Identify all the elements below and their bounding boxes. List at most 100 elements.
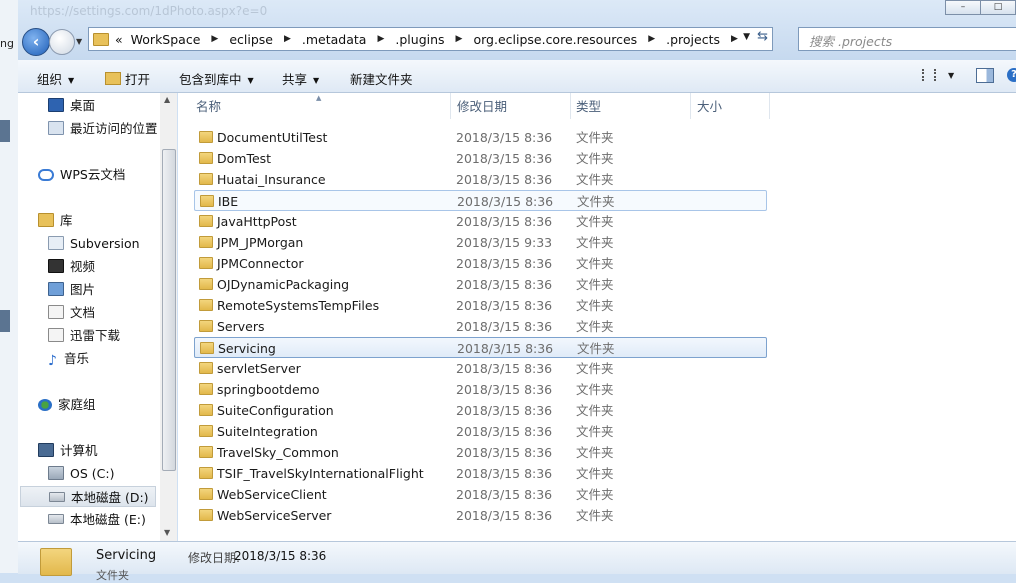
breadcrumb-workspace[interactable]: WorkSpace — [131, 32, 201, 47]
recent-pages-dropdown[interactable]: ▼ — [76, 37, 82, 46]
file-row[interactable]: DocumentUtilTest 2018/3/15 8:36 文件夹 — [194, 127, 767, 148]
nav-desktop[interactable]: 桌面 — [48, 95, 95, 116]
column-header-type[interactable]: 类型 — [576, 93, 601, 120]
include-in-library-button[interactable]: 包含到库中 ▼ — [179, 69, 254, 88]
address-bar[interactable]: « WorkSpace ▶ eclipse ▶ .metadata ▶ .plu… — [88, 27, 773, 51]
breadcrumb-metadata[interactable]: .metadata — [302, 32, 367, 47]
nav-drive-e[interactable]: 本地磁盘 (E:) — [48, 509, 146, 530]
file-row[interactable]: RemoteSystemsTempFiles 2018/3/15 8:36 文件夹 — [194, 295, 767, 316]
file-name: servletServer — [217, 361, 301, 376]
file-row[interactable]: WebServiceServer 2018/3/15 8:36 文件夹 — [194, 505, 767, 526]
nav-thunder-downloads[interactable]: 迅雷下载 — [48, 325, 120, 346]
column-divider[interactable] — [450, 93, 451, 119]
nav-pictures[interactable]: 图片 — [48, 279, 95, 300]
background-text-fragment: ng — [0, 37, 14, 50]
column-header-size[interactable]: 大小 — [697, 93, 722, 120]
folder-icon — [200, 342, 214, 354]
breadcrumb-chevron-icon[interactable]: ▶ — [377, 34, 384, 44]
file-name: RemoteSystemsTempFiles — [217, 298, 380, 313]
file-row[interactable]: TravelSky_Common 2018/3/15 8:36 文件夹 — [194, 442, 767, 463]
breadcrumb-overflow[interactable]: « — [115, 32, 123, 47]
nav-label: 本地磁盘 (D:) — [71, 490, 149, 505]
computer-icon — [38, 443, 54, 457]
column-header-name[interactable]: 名称 — [196, 93, 221, 120]
file-row[interactable]: JavaHttpPost 2018/3/15 8:36 文件夹 — [194, 211, 767, 232]
back-button[interactable]: ‹ — [22, 28, 50, 56]
column-divider[interactable] — [690, 93, 691, 119]
scroll-down-icon[interactable]: ▼ — [164, 528, 170, 537]
chevron-down-icon[interactable]: ▼ — [948, 71, 954, 80]
breadcrumb-chevron-icon[interactable]: ▶ — [648, 34, 655, 44]
file-date: 2018/3/15 8:36 — [456, 487, 553, 502]
share-button[interactable]: 共享 ▼ — [282, 69, 319, 88]
file-name: WebServiceClient — [217, 487, 327, 502]
breadcrumb-core-resources[interactable]: org.eclipse.core.resources — [473, 32, 637, 47]
nav-library[interactable]: 库 — [38, 210, 73, 231]
search-input[interactable]: 搜索 .projects — [809, 31, 892, 50]
minimize-button[interactable]: – — [945, 0, 981, 15]
file-row[interactable]: JPMConnector 2018/3/15 8:36 文件夹 — [194, 253, 767, 274]
file-row[interactable]: servletServer 2018/3/15 8:36 文件夹 — [194, 358, 767, 379]
column-header-date[interactable]: 修改日期 — [457, 93, 507, 120]
file-date: 2018/3/15 8:36 — [456, 361, 553, 376]
file-name: JPMConnector — [217, 256, 304, 271]
nav-recent-places[interactable]: 最近访问的位置 — [48, 118, 158, 139]
address-dropdown-icon[interactable]: ▼ — [743, 32, 750, 42]
nav-music[interactable]: 音乐 — [48, 348, 89, 369]
nav-computer[interactable]: 计算机 — [38, 440, 98, 461]
file-date: 2018/3/15 8:36 — [456, 424, 553, 439]
forward-button[interactable] — [49, 29, 75, 55]
new-folder-button[interactable]: 新建文件夹 — [350, 69, 413, 88]
nav-documents[interactable]: 文档 — [48, 302, 95, 323]
file-row[interactable]: SuiteIntegration 2018/3/15 8:36 文件夹 — [194, 421, 767, 442]
file-type: 文件夹 — [577, 341, 615, 356]
nav-label: 图片 — [70, 282, 96, 297]
scroll-up-icon[interactable]: ▲ — [164, 95, 170, 104]
folder-icon — [199, 173, 213, 185]
breadcrumb-projects[interactable]: .projects — [666, 32, 720, 47]
nav-subversion[interactable]: Subversion — [48, 233, 140, 254]
file-row[interactable]: Servicing 2018/3/15 8:36 文件夹 — [194, 337, 767, 358]
file-row[interactable]: DomTest 2018/3/15 8:36 文件夹 — [194, 148, 767, 169]
column-divider[interactable] — [570, 93, 571, 119]
file-row[interactable]: TSIF_TravelSkyInternationalFlight 2018/3/… — [194, 463, 767, 484]
nav-drive-c[interactable]: OS (C:) — [48, 463, 114, 484]
nav-label: 文档 — [70, 305, 96, 320]
folder-icon — [199, 467, 213, 479]
open-button[interactable]: 打开 — [105, 69, 150, 88]
file-row[interactable]: Huatai_Insurance 2018/3/15 8:36 文件夹 — [194, 169, 767, 190]
navigation-scrollbar[interactable]: ▲ ▼ — [160, 93, 177, 541]
help-icon[interactable]: ? — [1007, 68, 1016, 82]
breadcrumb-chevron-icon[interactable]: ▶ — [211, 34, 218, 44]
breadcrumb-plugins[interactable]: .plugins — [395, 32, 444, 47]
search-box[interactable]: 搜索 .projects — [798, 27, 1016, 51]
breadcrumb-chevron-icon[interactable]: ▶ — [284, 34, 291, 44]
refresh-icon[interactable]: ⇆ — [757, 29, 768, 44]
nav-homegroup[interactable]: 家庭组 — [38, 394, 96, 415]
view-options-icon[interactable] — [922, 69, 936, 81]
organize-button[interactable]: 组织 ▼ — [37, 69, 74, 88]
scrollbar-thumb[interactable] — [162, 149, 176, 471]
chevron-down-icon: ▼ — [313, 76, 320, 85]
preview-pane-icon[interactable] — [976, 68, 994, 83]
breadcrumb-chevron-icon[interactable]: ▶ — [456, 34, 463, 44]
maximize-button[interactable]: □ — [980, 0, 1016, 15]
nav-label: 视频 — [70, 259, 96, 274]
disk-drive-icon — [48, 514, 64, 524]
file-row[interactable]: IBE 2018/3/15 8:36 文件夹 — [194, 190, 767, 211]
column-divider[interactable] — [769, 93, 770, 119]
file-row[interactable]: JPM_JPMorgan 2018/3/15 9:33 文件夹 — [194, 232, 767, 253]
file-row[interactable]: SuiteConfiguration 2018/3/15 8:36 文件夹 — [194, 400, 767, 421]
file-row[interactable]: WebServiceClient 2018/3/15 8:36 文件夹 — [194, 484, 767, 505]
file-type: 文件夹 — [576, 235, 614, 250]
nav-drive-d[interactable]: 本地磁盘 (D:) — [20, 486, 156, 507]
nav-label: 桌面 — [70, 98, 96, 113]
breadcrumb-eclipse[interactable]: eclipse — [229, 32, 273, 47]
disk-drive-icon — [49, 492, 65, 502]
breadcrumb-chevron-icon[interactable]: ▶ — [731, 34, 738, 44]
nav-video[interactable]: 视频 — [48, 256, 95, 277]
file-row[interactable]: OJDynamicPackaging 2018/3/15 8:36 文件夹 — [194, 274, 767, 295]
file-row[interactable]: Servers 2018/3/15 8:36 文件夹 — [194, 316, 767, 337]
file-row[interactable]: springbootdemo 2018/3/15 8:36 文件夹 — [194, 379, 767, 400]
nav-wps-cloud[interactable]: WPS云文档 — [38, 164, 125, 185]
